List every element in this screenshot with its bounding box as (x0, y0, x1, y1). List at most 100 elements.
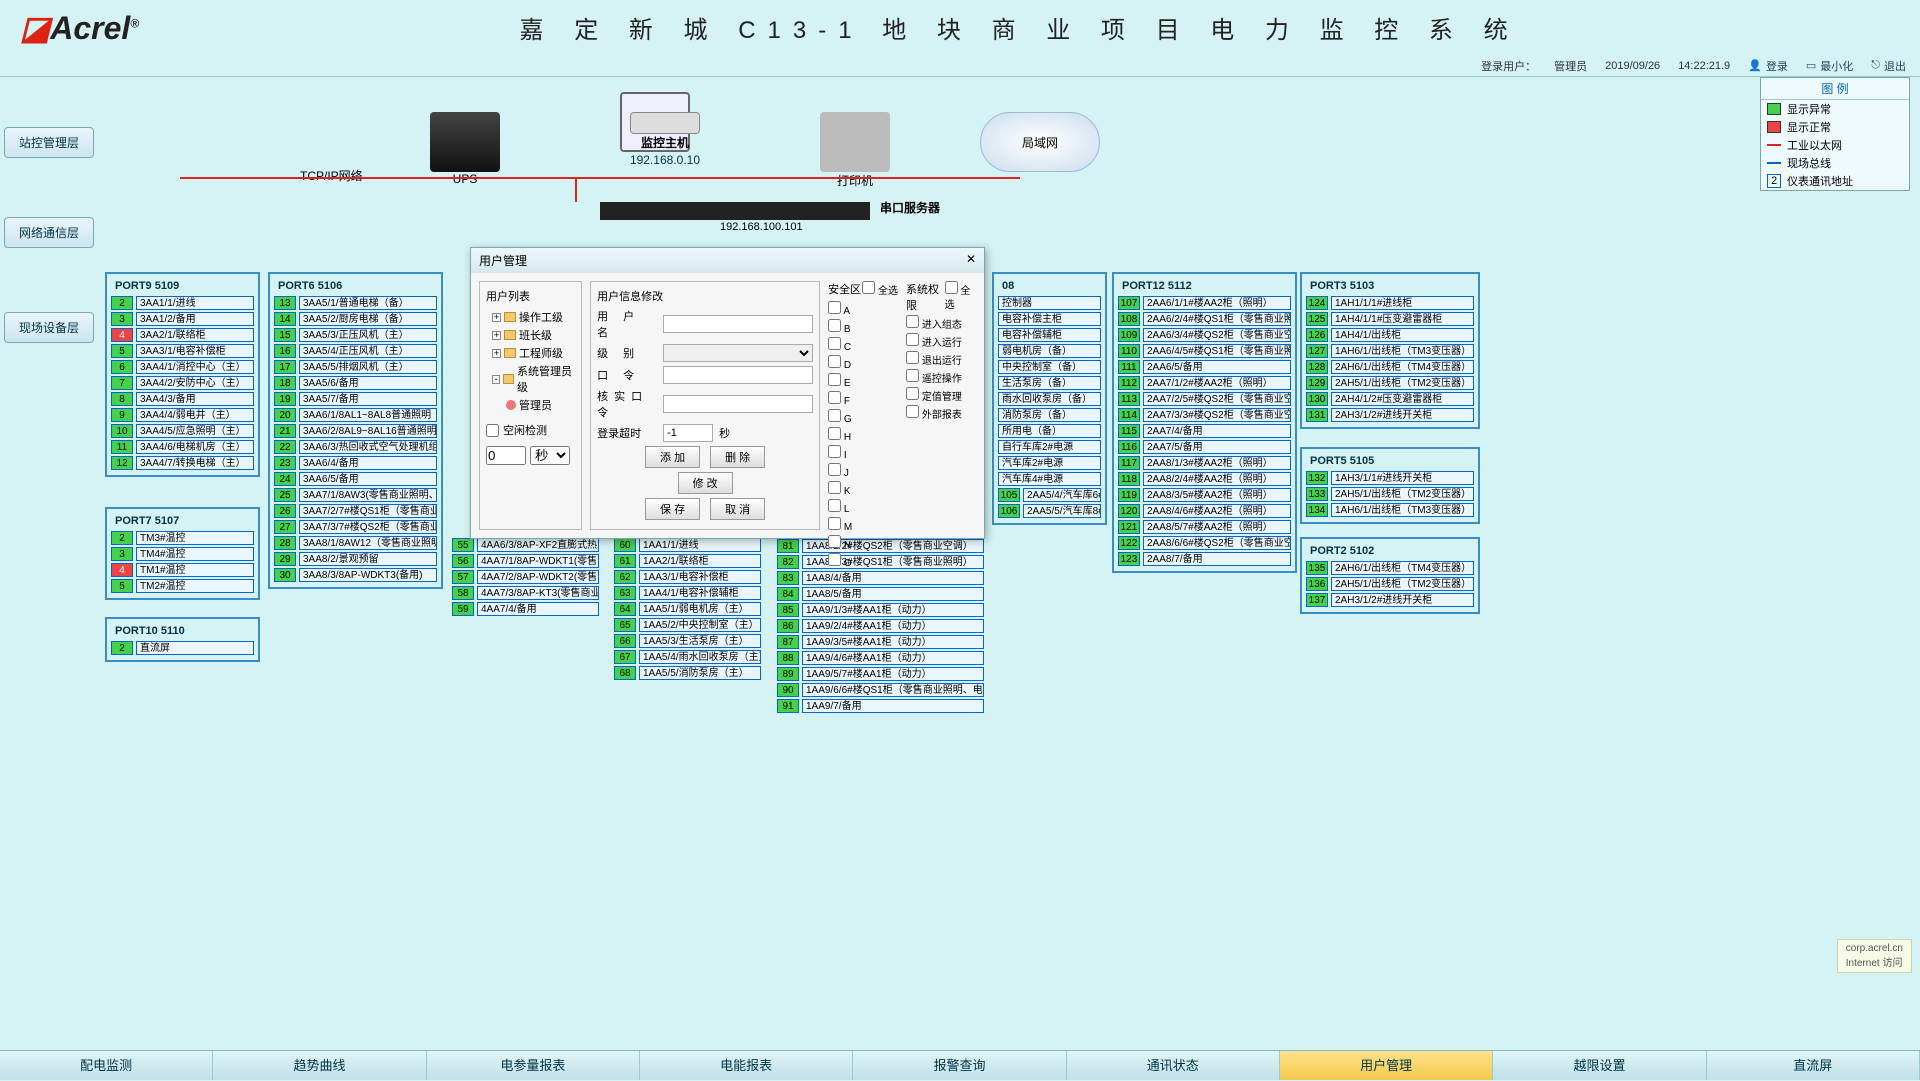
port-cell[interactable]: 3AA5/3/正压风机（主） (299, 328, 437, 342)
port-cell[interactable]: 2AH6/1/出线柜（TM4变压器） (1331, 561, 1474, 575)
port-cell[interactable]: 4AA6/3/8AP-XF2直膨式热泵机组 (477, 538, 599, 552)
port-cell[interactable]: 3AA2/1/联络柜 (136, 328, 254, 342)
port-cell[interactable]: 2AA6/1/1#楼AA2柜（照明） (1143, 296, 1291, 310)
port-cell[interactable]: 3AA3/1/电容补偿柜 (136, 344, 254, 358)
port-cell[interactable]: 1AA9/3/5#楼AA1柜（动力） (802, 635, 984, 649)
port-cell[interactable]: 1AH6/1/出线柜（TM3变压器） (1331, 344, 1474, 358)
port-cell[interactable]: 电容补偿主柜 (998, 312, 1101, 326)
port-cell[interactable]: 汽车库4#电源 (998, 472, 1101, 486)
dialog-close-icon[interactable]: ✕ (966, 252, 976, 269)
port-cell[interactable]: 3AA6/5/备用 (299, 472, 437, 486)
port-cell[interactable]: 3AA6/3/热回收式空气处理机组 (299, 440, 437, 454)
idle-value[interactable] (486, 446, 526, 465)
port-cell[interactable]: 1AA5/5/消防泵房（主） (639, 666, 761, 680)
nav-2[interactable]: 电参量报表 (427, 1051, 640, 1080)
user-tree[interactable]: +操作工级+班长级+工程师级-系统管理员级管理员 (486, 308, 575, 414)
port-cell[interactable]: 2AA8/7/备用 (1143, 552, 1291, 566)
port-cell[interactable]: 3AA5/4/正压风机（主） (299, 344, 437, 358)
port-cell[interactable]: 2AA8/6/6#楼QS2柜（零售商业空调） (1143, 536, 1291, 550)
port-cell[interactable]: 中央控制室（备） (998, 360, 1101, 374)
nav-3[interactable]: 电能报表 (640, 1051, 853, 1080)
nav-1[interactable]: 趋势曲线 (213, 1051, 426, 1080)
nav-8[interactable]: 直流屏 (1707, 1051, 1920, 1080)
port-cell[interactable]: 自行车库2#电源 (998, 440, 1101, 454)
exit-button[interactable]: ⎋ 退出 (1871, 58, 1906, 74)
port-cell[interactable]: 1AA5/2/中央控制室（主） (639, 618, 761, 632)
port-cell[interactable]: 3AA5/5/排烟风机（主） (299, 360, 437, 374)
port-cell[interactable]: TM2#温控 (136, 579, 254, 593)
port-cell[interactable]: 3AA6/1/8AL1~8AL8普通照明 (299, 408, 437, 422)
port-cell[interactable]: 2AH3/1/2#进线开关柜 (1331, 408, 1474, 422)
port-cell[interactable]: TM1#温控 (136, 563, 254, 577)
port-cell[interactable]: 3AA4/7/转换电梯（主） (136, 456, 254, 470)
port-cell[interactable]: 1AA5/1/弱电机房（主） (639, 602, 761, 616)
port-cell[interactable]: 2AH5/1/出线柜（TM2变压器） (1331, 487, 1474, 501)
safezone-all[interactable] (862, 281, 875, 294)
idle-unit[interactable]: 秒 (530, 446, 570, 465)
port-cell[interactable]: 1AH4/1/1#压变避雷器柜 (1331, 312, 1474, 326)
port-cell[interactable]: 2AA8/3/5#楼AA2柜（照明） (1143, 488, 1291, 502)
sysperm-all[interactable] (945, 281, 958, 294)
port-cell[interactable]: 控制器 (998, 296, 1101, 310)
port-cell[interactable]: 3AA8/3/8AP-WDKT3(备用) (299, 568, 437, 582)
nav-0[interactable]: 配电监测 (0, 1051, 213, 1080)
port-cell[interactable]: 2AA8/5/7#楼AA2柜（照明） (1143, 520, 1291, 534)
port-cell[interactable]: 3AA7/1/8AW3(零售商业照明、电力) (299, 488, 437, 502)
port-cell[interactable]: 2AH5/1/出线柜（TM2变压器） (1331, 376, 1474, 390)
port-cell[interactable]: 3AA5/7/备用 (299, 392, 437, 406)
port-cell[interactable]: 1AA9/7/备用 (802, 699, 984, 713)
port-cell[interactable]: TM4#温控 (136, 547, 254, 561)
port-cell[interactable]: 2AA8/2/4#楼AA2柜（照明） (1143, 472, 1291, 486)
port-cell[interactable]: 1AA9/1/3#楼AA1柜（动力） (802, 603, 984, 617)
port-cell[interactable]: 2AA6/2/4#楼QS1柜（零售商业照明） (1143, 312, 1291, 326)
port-cell[interactable]: 电容补偿辅柜 (998, 328, 1101, 342)
save-button[interactable]: 保 存 (645, 498, 700, 520)
port-cell[interactable]: 2AA8/1/3#楼AA2柜（照明） (1143, 456, 1291, 470)
port-cell[interactable]: 3AA5/1/普通电梯（备） (299, 296, 437, 310)
port-cell[interactable]: 3AA5/2/厨房电梯（备） (299, 312, 437, 326)
port-cell[interactable]: 所用电（备） (998, 424, 1101, 438)
port-cell[interactable]: 2AA5/4/汽车库6#电源 (1023, 488, 1101, 502)
port-cell[interactable]: 2AH3/1/2#进线开关柜 (1331, 593, 1474, 607)
port-cell[interactable]: 3AA5/6/备用 (299, 376, 437, 390)
modify-button[interactable]: 修 改 (678, 472, 733, 494)
port-cell[interactable]: 1AH4/1/出线柜 (1331, 328, 1474, 342)
port-cell[interactable]: 1AA8/4/备用 (802, 571, 984, 585)
idle-check[interactable] (486, 424, 499, 437)
delete-button[interactable]: 删 除 (710, 446, 765, 468)
port-cell[interactable]: 3AA4/5/应急照明（主） (136, 424, 254, 438)
port-cell[interactable]: 消防泵房（备） (998, 408, 1101, 422)
port-cell[interactable]: 2AA7/4/备用 (1143, 424, 1291, 438)
level-select[interactable] (663, 344, 813, 362)
port-cell[interactable]: 直流屏 (136, 641, 254, 655)
port-cell[interactable]: 3AA1/2/备用 (136, 312, 254, 326)
port-cell[interactable]: 汽车库2#电源 (998, 456, 1101, 470)
port-cell[interactable]: 3AA4/1/消控中心（主） (136, 360, 254, 374)
port-cell[interactable]: 1AA5/4/雨水回收泵房（主） (639, 650, 761, 664)
add-button[interactable]: 添 加 (645, 446, 700, 468)
port-cell[interactable]: 2AA7/2/5#楼QS2柜（零售商业空调） (1143, 392, 1291, 406)
port-cell[interactable]: 雨水回收泵房（备） (998, 392, 1101, 406)
nav-7[interactable]: 越限设置 (1493, 1051, 1706, 1080)
port-cell[interactable]: 2AH6/1/出线柜（TM4变压器） (1331, 360, 1474, 374)
port-cell[interactable]: 2AH5/1/出线柜（TM2变压器） (1331, 577, 1474, 591)
port-cell[interactable]: 2AA6/5/备用 (1143, 360, 1291, 374)
nav-5[interactable]: 通讯状态 (1067, 1051, 1280, 1080)
port-cell[interactable]: 4AA7/2/8AP-WDKT2(零售商业空调) (477, 570, 599, 584)
port-cell[interactable]: 3AA8/1/8AW12（零售商业照明、电力） (299, 536, 437, 550)
port-cell[interactable]: 3AA1/1/进线 (136, 296, 254, 310)
port-cell[interactable]: 4AA7/3/8AP-KT3(零售商业空调) (477, 586, 599, 600)
port-cell[interactable]: 2AA7/3/3#楼QS2柜（零售商业空调） (1143, 408, 1291, 422)
port-cell[interactable]: 3AA6/2/8AL9~8AL16普通照明 (299, 424, 437, 438)
port-cell[interactable]: 1AH6/1/出线柜（TM3变压器） (1331, 503, 1474, 517)
port-cell[interactable]: 弱电机房（备） (998, 344, 1101, 358)
port-cell[interactable]: 3AA4/4/弱电井（主） (136, 408, 254, 422)
port-cell[interactable]: 1AA9/2/4#楼AA1柜（动力） (802, 619, 984, 633)
port-cell[interactable]: 2AA8/4/6#楼AA2柜（照明） (1143, 504, 1291, 518)
port-cell[interactable]: 1AA1/1/进线 (639, 538, 761, 552)
port-cell[interactable]: 1AA8/5/备用 (802, 587, 984, 601)
password-input[interactable] (663, 366, 813, 384)
port-cell[interactable]: 2AA7/1/2#楼AA2柜（照明） (1143, 376, 1291, 390)
port-cell[interactable]: 1AA4/1/电容补偿辅柜 (639, 586, 761, 600)
port-cell[interactable]: 4AA7/4/备用 (477, 602, 599, 616)
